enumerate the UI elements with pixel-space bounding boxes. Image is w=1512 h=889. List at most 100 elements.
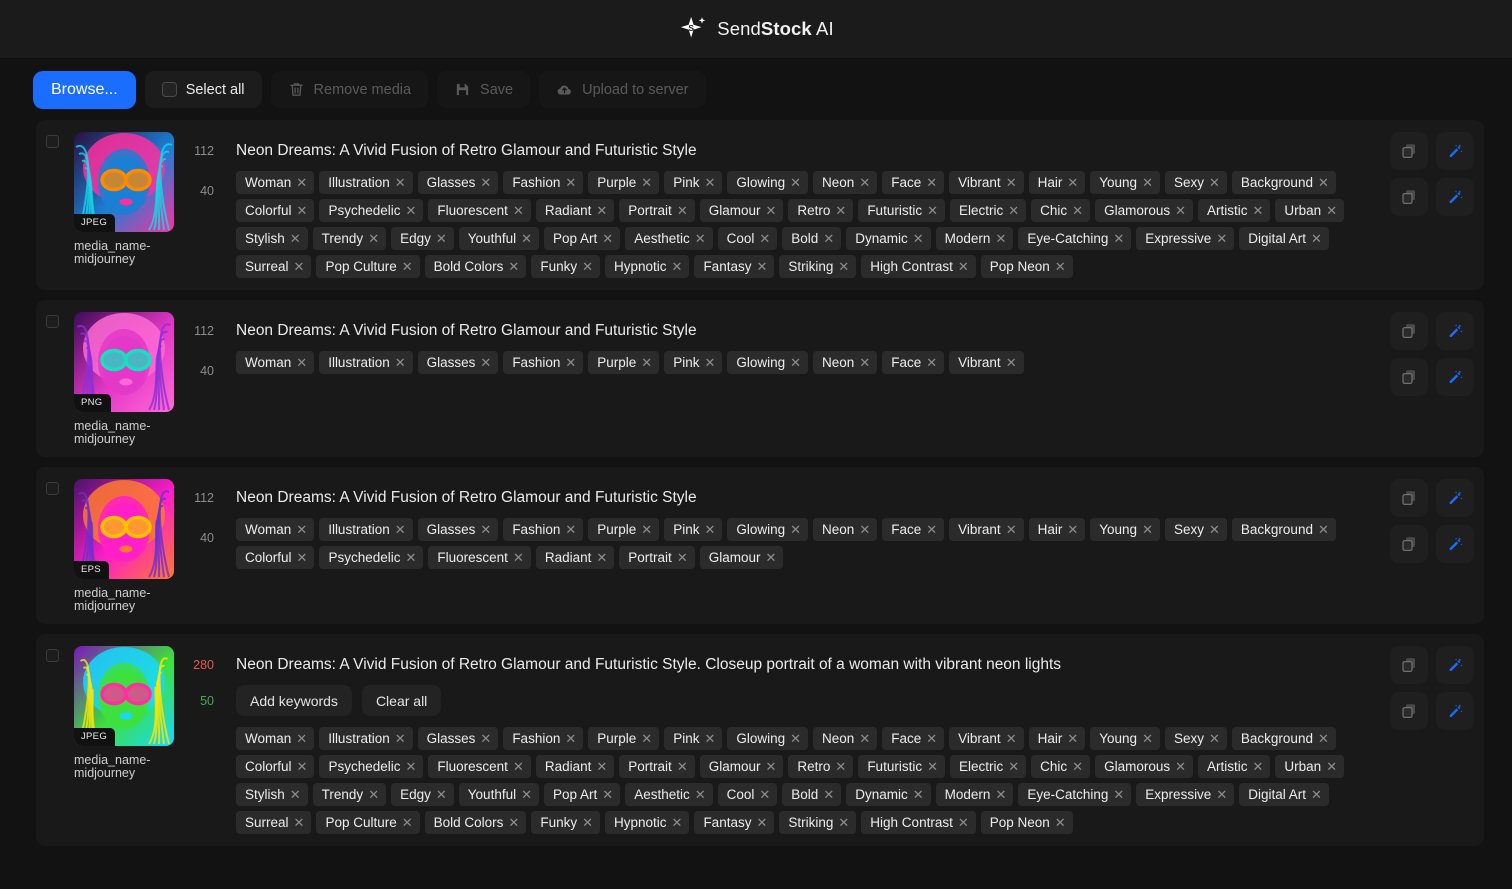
media-title[interactable]: Neon Dreams: A Vivid Fusion of Retro Gla…	[236, 488, 1398, 508]
tag-chip[interactable]: Illustration ✕	[319, 351, 413, 374]
tag-remove-icon[interactable]: ✕	[677, 551, 688, 564]
tag-remove-icon[interactable]: ✕	[1311, 788, 1322, 801]
tag-chip[interactable]: Face ✕	[882, 518, 945, 541]
tag-remove-icon[interactable]: ✕	[759, 232, 770, 245]
media-title[interactable]: Neon Dreams: A Vivid Fusion of Retro Gla…	[236, 655, 1398, 675]
select-all-button[interactable]: Select all	[144, 71, 262, 108]
tag-remove-icon[interactable]: ✕	[405, 204, 416, 217]
tag-remove-icon[interactable]: ✕	[1318, 732, 1329, 745]
tag-remove-icon[interactable]: ✕	[913, 788, 924, 801]
tag-chip[interactable]: Woman ✕	[236, 171, 315, 194]
tag-remove-icon[interactable]: ✕	[297, 204, 308, 217]
tag-chip[interactable]: Glasses ✕	[417, 727, 499, 750]
tag-remove-icon[interactable]: ✕	[927, 204, 938, 217]
tag-chip[interactable]: Background ✕	[1231, 518, 1336, 541]
generate-title-button[interactable]	[1436, 646, 1474, 684]
tag-chip[interactable]: Portrait ✕	[619, 546, 695, 569]
tag-chip[interactable]: Woman ✕	[236, 727, 315, 750]
tag-remove-icon[interactable]: ✕	[672, 260, 683, 273]
tag-remove-icon[interactable]: ✕	[294, 816, 305, 829]
row-select-checkbox[interactable]	[46, 646, 74, 834]
tag-remove-icon[interactable]: ✕	[790, 356, 801, 369]
tag-remove-icon[interactable]: ✕	[756, 260, 767, 273]
tag-chip[interactable]: Pink ✕	[664, 171, 723, 194]
tag-remove-icon[interactable]: ✕	[1216, 788, 1227, 801]
tag-chip[interactable]: Electric ✕	[949, 199, 1027, 222]
tag-remove-icon[interactable]: ✕	[838, 260, 849, 273]
tag-remove-icon[interactable]: ✕	[508, 260, 519, 273]
tag-remove-icon[interactable]: ✕	[958, 816, 969, 829]
tag-chip[interactable]: Pop Neon ✕	[980, 255, 1073, 278]
tag-remove-icon[interactable]: ✕	[1008, 760, 1019, 773]
copy-keywords-button[interactable]	[1390, 525, 1428, 563]
tag-chip[interactable]: Face ✕	[882, 351, 945, 374]
tag-remove-icon[interactable]: ✕	[368, 232, 379, 245]
tag-chip[interactable]: Neon ✕	[813, 171, 878, 194]
tag-chip[interactable]: Stylish ✕	[236, 227, 308, 250]
tag-remove-icon[interactable]: ✕	[641, 732, 652, 745]
copy-keywords-button[interactable]	[1390, 178, 1428, 216]
tag-remove-icon[interactable]: ✕	[1209, 176, 1220, 189]
tag-remove-icon[interactable]: ✕	[1318, 523, 1329, 536]
tag-chip[interactable]: Glowing ✕	[727, 171, 809, 194]
tag-remove-icon[interactable]: ✕	[436, 232, 447, 245]
tag-chip[interactable]: Fluorescent ✕	[428, 199, 531, 222]
tag-chip[interactable]: Glowing ✕	[727, 518, 809, 541]
tag-chip[interactable]: Glasses ✕	[417, 171, 499, 194]
tag-chip[interactable]: Psychedelic ✕	[319, 755, 424, 778]
tag-remove-icon[interactable]: ✕	[995, 788, 1006, 801]
tag-chip[interactable]: Background ✕	[1231, 727, 1336, 750]
tag-chip[interactable]: Hair ✕	[1028, 171, 1086, 194]
tag-remove-icon[interactable]: ✕	[513, 204, 524, 217]
tag-remove-icon[interactable]: ✕	[565, 523, 576, 536]
tag-remove-icon[interactable]: ✕	[513, 551, 524, 564]
tag-remove-icon[interactable]: ✕	[565, 732, 576, 745]
tag-remove-icon[interactable]: ✕	[402, 816, 413, 829]
generate-title-button[interactable]	[1436, 479, 1474, 517]
tag-chip[interactable]: Pop Culture ✕	[316, 255, 420, 278]
tag-chip[interactable]: Neon ✕	[813, 518, 878, 541]
tag-remove-icon[interactable]: ✕	[1253, 204, 1264, 217]
tag-chip[interactable]: Vibrant ✕	[949, 727, 1024, 750]
tag-remove-icon[interactable]: ✕	[405, 551, 416, 564]
tag-remove-icon[interactable]: ✕	[521, 232, 532, 245]
tag-remove-icon[interactable]: ✕	[759, 788, 770, 801]
tag-chip[interactable]: Edgy ✕	[391, 783, 454, 806]
tag-chip[interactable]: Retro ✕	[788, 199, 854, 222]
tag-chip[interactable]: Face ✕	[882, 727, 945, 750]
tag-chip[interactable]: Electric ✕	[949, 755, 1027, 778]
tag-remove-icon[interactable]: ✕	[582, 816, 593, 829]
tag-remove-icon[interactable]: ✕	[395, 356, 406, 369]
tag-chip[interactable]: Portrait ✕	[619, 755, 695, 778]
tag-remove-icon[interactable]: ✕	[859, 732, 870, 745]
tag-remove-icon[interactable]: ✕	[1072, 760, 1083, 773]
tag-remove-icon[interactable]: ✕	[596, 760, 607, 773]
copy-keywords-button[interactable]	[1390, 692, 1428, 730]
tag-remove-icon[interactable]: ✕	[405, 760, 416, 773]
tag-chip[interactable]: Dynamic ✕	[846, 783, 931, 806]
tag-remove-icon[interactable]: ✕	[1175, 204, 1186, 217]
tag-remove-icon[interactable]: ✕	[602, 232, 613, 245]
tag-remove-icon[interactable]: ✕	[704, 356, 715, 369]
tag-chip[interactable]: Chic ✕	[1031, 755, 1091, 778]
tag-chip[interactable]: Fashion ✕	[503, 727, 584, 750]
tag-chip[interactable]: Hair ✕	[1028, 518, 1086, 541]
tag-chip[interactable]: Glamour ✕	[699, 199, 784, 222]
tag-chip[interactable]: Digital Art ✕	[1239, 227, 1329, 250]
tag-chip[interactable]: Youthful ✕	[458, 227, 539, 250]
tag-chip[interactable]: Fluorescent ✕	[428, 546, 531, 569]
tag-remove-icon[interactable]: ✕	[704, 176, 715, 189]
add-keywords-button[interactable]: Add keywords	[236, 685, 352, 716]
clear-all-button[interactable]: Clear all	[361, 685, 442, 716]
tag-chip[interactable]: Portrait ✕	[619, 199, 695, 222]
tag-remove-icon[interactable]: ✕	[436, 788, 447, 801]
tag-remove-icon[interactable]: ✕	[596, 551, 607, 564]
tag-chip[interactable]: High Contrast ✕	[861, 255, 976, 278]
tag-chip[interactable]: Modern ✕	[935, 783, 1014, 806]
tag-remove-icon[interactable]: ✕	[641, 523, 652, 536]
tag-chip[interactable]: Fashion ✕	[503, 518, 584, 541]
tag-remove-icon[interactable]: ✕	[368, 788, 379, 801]
tag-remove-icon[interactable]: ✕	[290, 232, 301, 245]
tag-chip[interactable]: Funky ✕	[531, 255, 600, 278]
tag-chip[interactable]: Purple ✕	[588, 351, 660, 374]
